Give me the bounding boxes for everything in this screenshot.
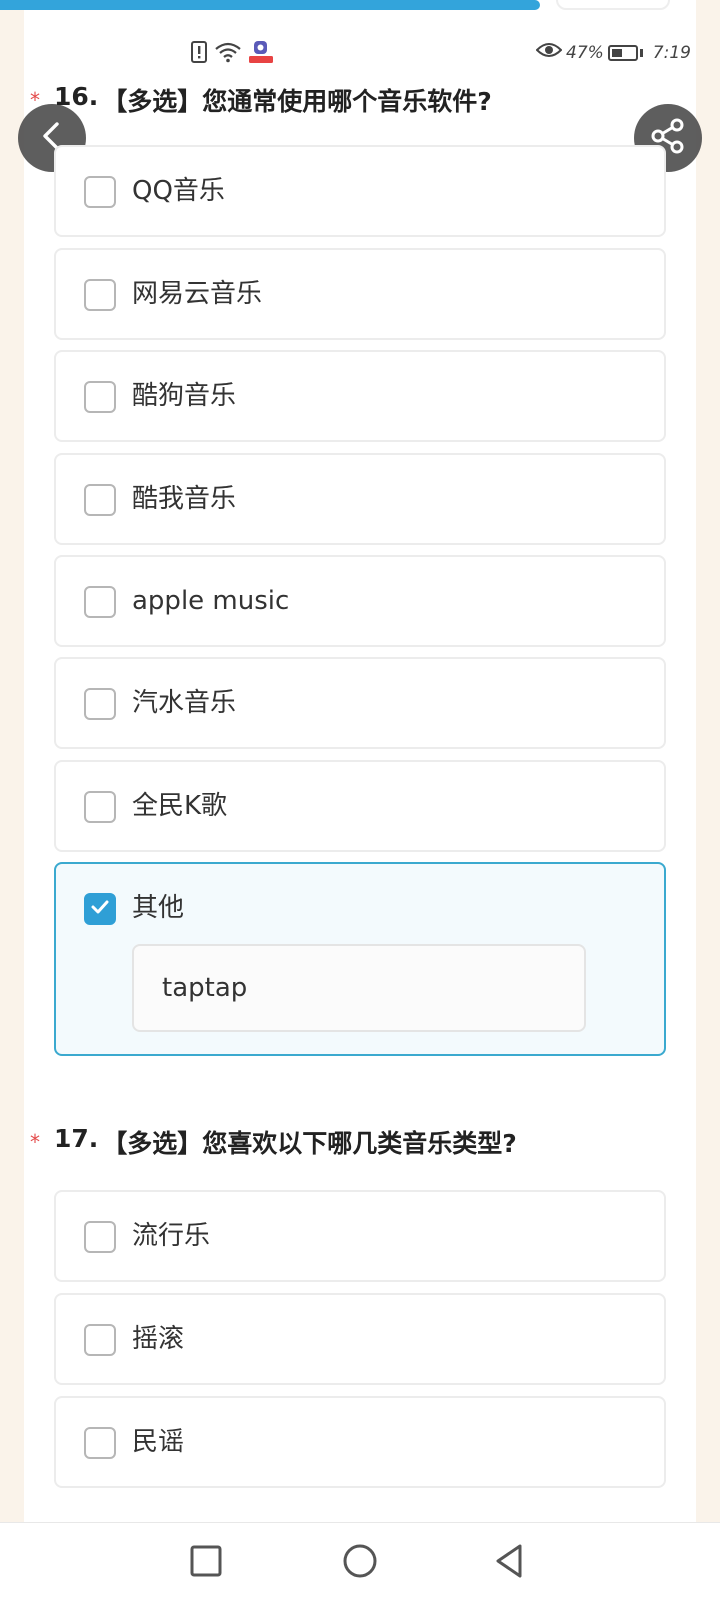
option-label: 流行乐: [132, 1221, 211, 1251]
option-qishui-music[interactable]: 汽水音乐: [54, 657, 666, 749]
battery-level: [611, 48, 623, 57]
battery-tip: [639, 48, 643, 57]
option-label: QQ音乐: [132, 176, 225, 206]
eye-icon: [535, 40, 563, 65]
checkbox-checked[interactable]: [84, 893, 116, 925]
question-17-title: * 17. 【多选】您喜欢以下哪几类音乐类型?: [30, 1124, 517, 1160]
option-netease-music[interactable]: 网易云音乐: [54, 248, 666, 340]
question-text: 【多选】您通常使用哪个音乐软件?: [102, 87, 492, 116]
app-notification-icon: [248, 40, 274, 68]
option-label: 其他: [132, 893, 185, 923]
checkbox[interactable]: [84, 484, 116, 516]
home-icon: [340, 1544, 380, 1585]
wifi-icon: [214, 41, 242, 67]
checkmark-icon: [89, 896, 111, 922]
option-label: 汽水音乐: [132, 688, 237, 718]
option-label: 酷狗音乐: [132, 381, 237, 411]
other-text-input[interactable]: taptap: [132, 944, 586, 1032]
status-time: 7:19: [652, 42, 691, 63]
checkbox[interactable]: [84, 688, 116, 720]
battery-icon: [607, 44, 638, 61]
recent-apps-button[interactable]: [186, 1541, 226, 1581]
system-back-button[interactable]: [490, 1541, 530, 1581]
system-navigation-bar: [0, 1522, 720, 1601]
status-right-icons: 47% 7:19: [535, 40, 691, 65]
recent-apps-icon: [186, 1545, 226, 1585]
floating-card-edge: [556, 0, 670, 10]
option-label: 全民K歌: [132, 791, 228, 821]
checkbox[interactable]: [84, 791, 116, 823]
checkbox[interactable]: [84, 586, 116, 618]
home-button[interactable]: [340, 1541, 380, 1581]
alert-icon: [190, 41, 208, 67]
battery-percent: 47%: [566, 42, 604, 63]
option-qq-music[interactable]: QQ音乐: [54, 145, 666, 237]
required-star: *: [30, 88, 40, 112]
checkbox[interactable]: [84, 176, 116, 208]
option-kugou-music[interactable]: 酷狗音乐: [54, 350, 666, 442]
option-label: 民谣: [132, 1427, 185, 1457]
option-label: 摇滚: [132, 1324, 185, 1354]
question-16-title: * 16. 【多选】您通常使用哪个音乐软件?: [30, 82, 492, 118]
option-quanmin-k-song[interactable]: 全民K歌: [54, 760, 666, 852]
option-label: 网易云音乐: [132, 279, 263, 309]
option-other[interactable]: 其他 taptap: [54, 862, 666, 1056]
option-label: 酷我音乐: [132, 484, 237, 514]
question-number: 16.: [54, 82, 99, 111]
option-pop[interactable]: 流行乐: [54, 1190, 666, 1282]
option-apple-music[interactable]: apple music: [54, 555, 666, 647]
option-label: apple music: [132, 586, 290, 616]
checkbox[interactable]: [84, 1427, 116, 1459]
back-icon: [490, 1544, 530, 1585]
question-text: 【多选】您喜欢以下哪几类音乐类型?: [102, 1129, 517, 1158]
option-rock[interactable]: 摇滚: [54, 1293, 666, 1385]
option-folk[interactable]: 民谣: [54, 1396, 666, 1488]
checkbox[interactable]: [84, 1221, 116, 1253]
option-kuwo-music[interactable]: 酷我音乐: [54, 453, 666, 545]
checkbox[interactable]: [84, 381, 116, 413]
status-left-icons: [190, 40, 274, 68]
progress-fill: [0, 0, 540, 10]
checkbox[interactable]: [84, 1324, 116, 1356]
required-star: *: [30, 1130, 40, 1154]
question-number: 17.: [54, 1124, 99, 1153]
checkbox[interactable]: [84, 279, 116, 311]
status-bar: 47% 7:19: [0, 34, 720, 70]
